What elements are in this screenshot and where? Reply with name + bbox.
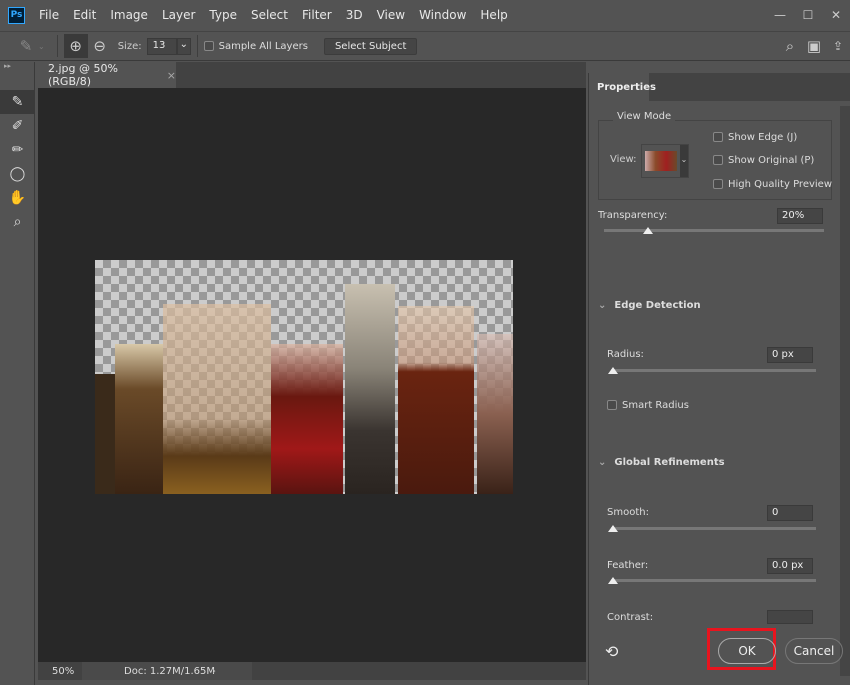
document-tab-title: 2.jpg @ 50% (RGB/8) (48, 62, 118, 88)
menu-3d[interactable]: 3D (346, 8, 363, 22)
refine-edge-brush-icon[interactable]: ✐ (0, 114, 35, 138)
toolbar: ▸▸ ✎ ✐ ✏ ◯ ✋ ⌕ (0, 62, 35, 685)
add-to-selection-icon[interactable]: ⊕ (63, 34, 88, 58)
high-quality-checkbox[interactable] (713, 179, 723, 189)
menu-image[interactable]: Image (110, 8, 148, 22)
options-bar: ✎ ⌄ ⊕ ⊖ Size: 13 ⌄ Sample All Layers Sel… (0, 31, 850, 61)
smooth-input[interactable]: 0 (767, 505, 813, 521)
show-edge-row: Show Edge (J) (713, 132, 797, 143)
high-quality-label: High Quality Preview (728, 179, 832, 190)
menu-select[interactable]: Select (251, 8, 288, 22)
chevron-down-icon: ⌄ (680, 145, 688, 177)
tab-close-icon[interactable]: × (167, 69, 176, 82)
panel-scrollbar[interactable] (840, 106, 850, 676)
smart-radius-row: Smart Radius (607, 400, 689, 411)
size-label: Size: (117, 40, 142, 52)
menu-layer[interactable]: Layer (162, 8, 195, 22)
transparency-slider-thumb[interactable] (643, 227, 653, 234)
reset-icon[interactable]: ⟲ (605, 642, 618, 661)
feather-slider-thumb[interactable] (608, 577, 618, 584)
high-quality-row: High Quality Preview (713, 179, 832, 190)
share-icon[interactable]: ⇪ (826, 34, 850, 58)
ok-button[interactable]: OK (718, 638, 776, 664)
quick-selection-brush-icon[interactable]: ✎ (14, 34, 38, 58)
photoshop-logo: Ps (8, 6, 25, 24)
select-subject-button[interactable]: Select Subject (323, 37, 418, 55)
zoom-tool-icon[interactable]: ⌕ (0, 210, 35, 234)
tab-properties[interactable]: Properties (589, 73, 656, 101)
menu-bar: Ps File Edit Image Layer Type Select Fil… (0, 0, 850, 30)
zoom-level[interactable]: 50% (38, 666, 82, 677)
feather-slider[interactable] (611, 579, 816, 582)
view-label: View: (610, 154, 637, 165)
menu-type[interactable]: Type (209, 8, 237, 22)
smooth-slider[interactable] (611, 527, 816, 530)
sample-all-layers-checkbox[interactable] (203, 41, 214, 51)
transparency-input[interactable]: 20% (777, 208, 823, 224)
show-edge-label: Show Edge (J) (728, 132, 798, 143)
document-image (95, 260, 513, 494)
global-refinements-header[interactable]: ⌄ Global Refinements (598, 457, 725, 468)
workspace-icon[interactable]: ▣ (802, 34, 826, 58)
menu-help[interactable]: Help (480, 8, 507, 22)
feather-input[interactable]: 0.0 px (767, 558, 813, 574)
menu-edit[interactable]: Edit (73, 8, 96, 22)
status-menu-arrow[interactable]: › (212, 666, 216, 677)
radius-slider-thumb[interactable] (608, 367, 618, 374)
smart-radius-checkbox[interactable] (607, 400, 617, 410)
close-icon[interactable]: ✕ (822, 8, 850, 22)
document-tab[interactable]: 2.jpg @ 50% (RGB/8) × (38, 62, 176, 88)
smart-radius-label: Smart Radius (622, 400, 689, 411)
feather-label: Feather: (607, 560, 649, 571)
cancel-button[interactable]: Cancel (785, 638, 843, 664)
contrast-input[interactable] (767, 610, 813, 624)
status-bar: 50% Doc: 1.27M/1.65M › (38, 662, 586, 680)
menu-filter[interactable]: Filter (302, 8, 332, 22)
show-edge-checkbox[interactable] (713, 132, 723, 142)
search-icon[interactable]: ⌕ (778, 34, 802, 58)
show-original-checkbox[interactable] (713, 155, 723, 165)
smooth-slider-thumb[interactable] (608, 525, 618, 532)
transparency-slider[interactable] (604, 229, 824, 232)
chevron-down-icon[interactable]: ⌄ (38, 42, 45, 51)
edge-detection-header[interactable]: ⌄ Edge Detection (598, 300, 701, 311)
radius-input[interactable]: 0 px (767, 347, 813, 363)
minimize-icon[interactable]: — (766, 8, 794, 22)
document-tabs: 2.jpg @ 50% (RGB/8) × (38, 62, 586, 88)
view-mode-dropdown[interactable]: ⌄ (641, 144, 689, 178)
menu-window[interactable]: Window (419, 8, 466, 22)
size-dropdown-icon[interactable]: ⌄ (176, 37, 191, 55)
size-input[interactable]: 13 (146, 37, 177, 55)
radius-slider[interactable] (611, 369, 816, 372)
show-original-row: Show Original (P) (713, 155, 814, 166)
smooth-label: Smooth: (607, 507, 649, 518)
view-mode-title: View Mode (613, 111, 676, 122)
properties-panel: Properties View Mode View: ⌄ Show Edge (… (588, 73, 850, 685)
radius-label: Radius: (607, 349, 644, 360)
subtract-from-selection-icon[interactable]: ⊖ (88, 34, 112, 58)
view-thumbnail (645, 151, 677, 171)
sample-all-layers-label: Sample All Layers (218, 40, 308, 52)
show-original-label: Show Original (P) (728, 155, 815, 166)
doc-size: Doc: 1.27M/1.65M (82, 662, 252, 680)
maximize-icon[interactable]: ☐ (794, 8, 822, 22)
brush-tool-icon[interactable]: ✏ (0, 138, 35, 162)
hand-tool-icon[interactable]: ✋ (0, 186, 35, 210)
contrast-label: Contrast: (607, 612, 654, 623)
menu-view[interactable]: View (377, 8, 405, 22)
canvas-area[interactable] (38, 88, 586, 662)
lasso-tool-icon[interactable]: ◯ (0, 162, 35, 186)
menu-file[interactable]: File (39, 8, 59, 22)
quick-selection-tool-icon[interactable]: ✎ (0, 90, 35, 114)
transparency-label: Transparency: (598, 210, 668, 221)
